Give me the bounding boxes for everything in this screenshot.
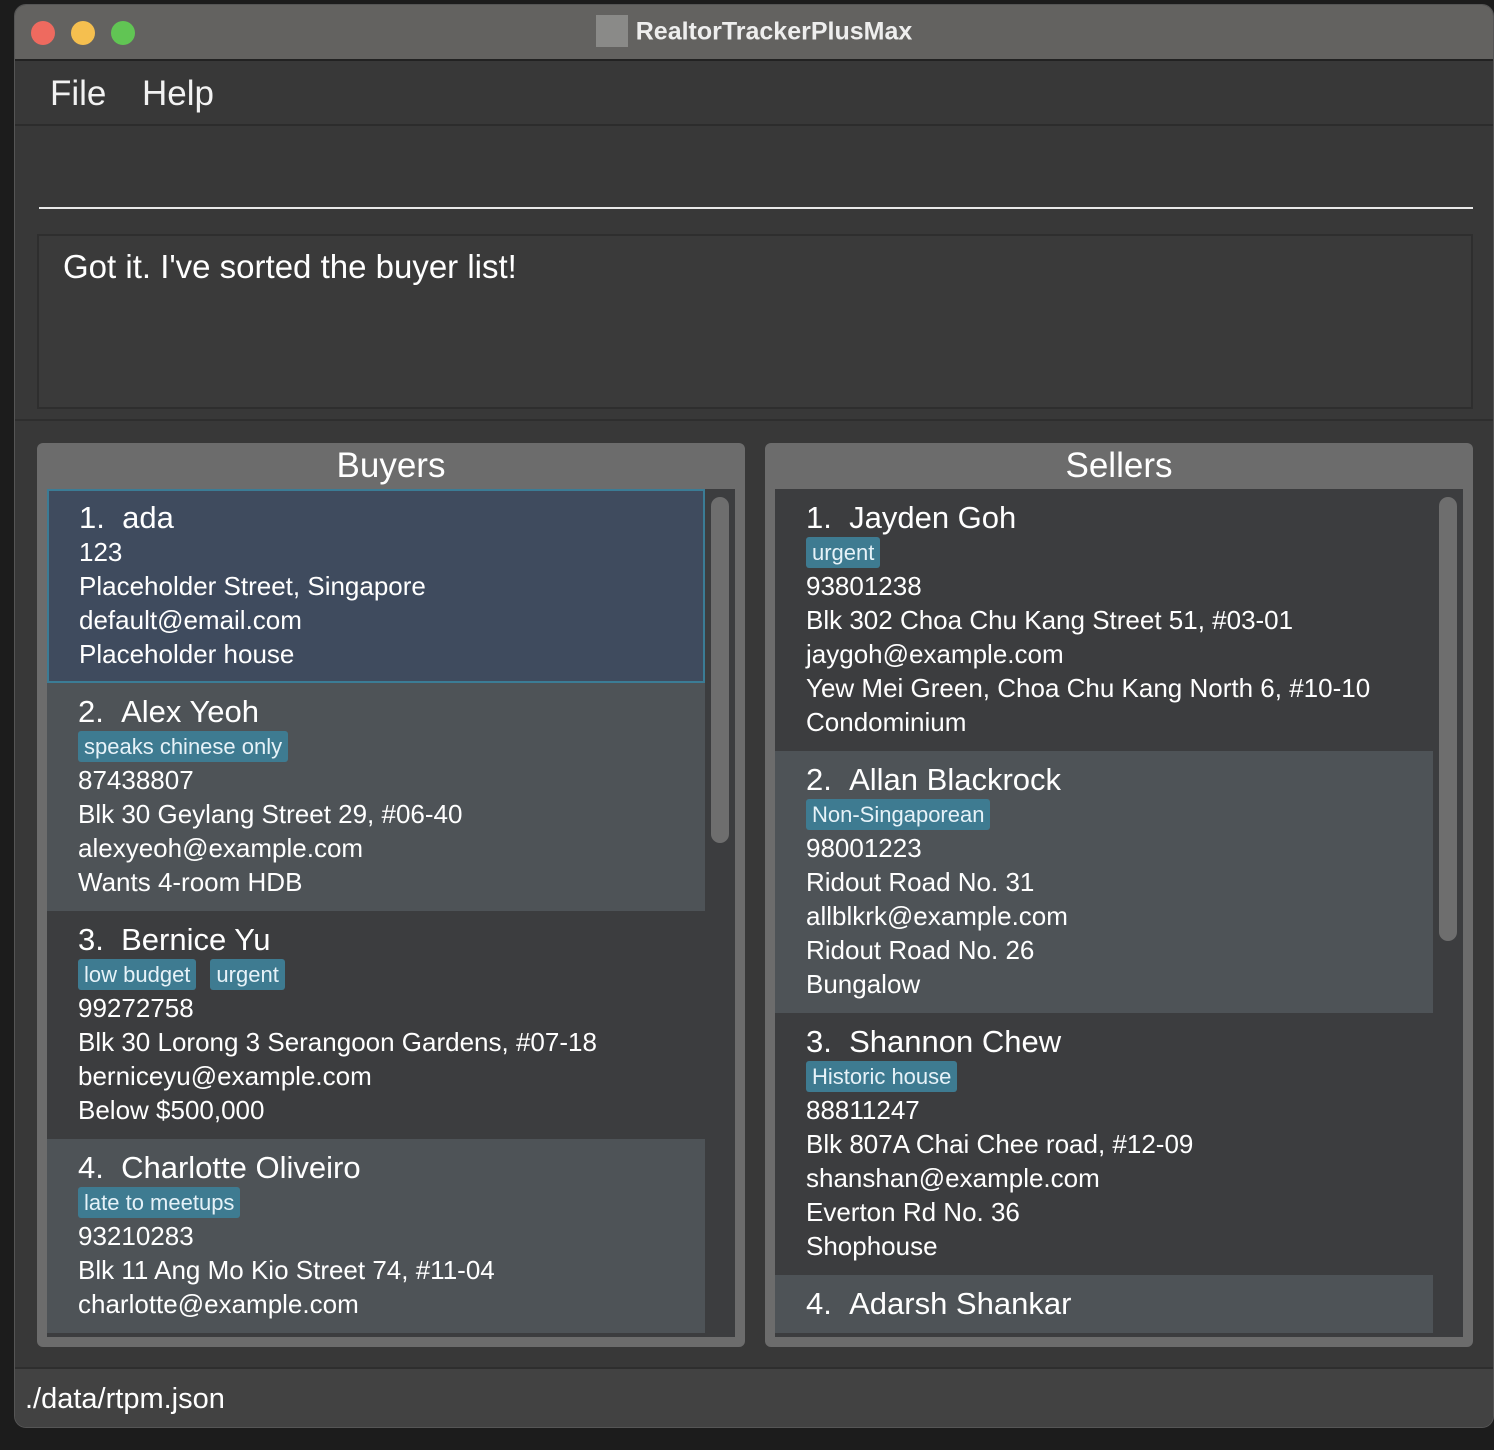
person-name: 4. Charlotte Oliveiro — [78, 1151, 675, 1185]
person-name: 3. Bernice Yu — [78, 923, 675, 957]
address: Blk 11 Ang Mo Kio Street 74, #11-04 — [78, 1255, 495, 1285]
person-name: 1. ada — [79, 501, 674, 535]
email: allblkrk@example.com — [806, 901, 1068, 931]
buyers-panel: Buyers 1. ada 123 Placeholder Street, Sing… — [37, 443, 745, 1347]
person-name: 1. Jayden Goh — [806, 501, 1403, 535]
phone: 98001223 — [806, 833, 922, 863]
buyer-card[interactable]: 1. ada 123 Placeholder Street, Singapore de… — [47, 489, 705, 683]
buyer-card[interactable]: 4. Charlotte Oliveiro late to meetups 9321… — [47, 1139, 705, 1333]
tag-row: Historic house — [806, 1059, 1403, 1093]
seller-list[interactable]: 1. Jayden Goh urgent 93801238 Blk 302 Choa … — [775, 489, 1463, 1337]
title-bar: RealtorTrackerPlusMax — [15, 5, 1493, 61]
address: Placeholder Street, Singapore — [79, 571, 426, 601]
person-name: 2. Allan Blackrock — [806, 763, 1403, 797]
phone: 87438807 — [78, 765, 194, 795]
result-display: Got it. I've sorted the buyer list! — [37, 234, 1473, 409]
list-index: 2. — [78, 694, 104, 729]
address: Blk 807A Chai Chee road, #12-09 — [806, 1129, 1194, 1159]
person-name: 2. Alex Yeoh — [78, 695, 675, 729]
tag-badge: speaks chinese only — [78, 730, 289, 762]
name-text: Allan Blackrock — [849, 762, 1062, 797]
sellers-panel: Sellers 1. Jayden Goh urgent 93801238 Blk 3… — [765, 443, 1473, 1347]
tag-badge: Historic house — [806, 1060, 958, 1092]
tag-badge: late to meetups — [78, 1186, 241, 1218]
tag-badge: low budget — [78, 958, 197, 990]
status-bar-file-path: ./data/rtpm.json — [15, 1367, 1493, 1427]
tag-badge: urgent — [806, 536, 881, 568]
house-type: Condominium — [806, 707, 967, 737]
name-text: Adarsh Shankar — [849, 1286, 1072, 1321]
tag-badge: Non-Singaporean — [806, 798, 991, 830]
tag-row: urgent — [806, 535, 1403, 569]
name-text: ada — [122, 500, 174, 535]
seller-card[interactable]: 4. Adarsh Shankar — [775, 1275, 1433, 1333]
window-title: RealtorTrackerPlusMax — [15, 15, 1493, 49]
buyer-list[interactable]: 1. ada 123 Placeholder Street, Singapore de… — [47, 489, 735, 1337]
phone: 123 — [79, 537, 123, 567]
tag-row: Non-Singaporean — [806, 797, 1403, 831]
buyer-list-scrollbar[interactable] — [711, 497, 729, 843]
seller-card[interactable]: 1. Jayden Goh urgent 93801238 Blk 302 Choa … — [775, 489, 1433, 751]
list-index: 4. — [78, 1150, 104, 1185]
list-index: 3. — [806, 1024, 832, 1059]
buyer-card[interactable]: 2. Alex Yeoh speaks chinese only 87438807 B… — [47, 683, 705, 911]
menu-bar: File Help — [15, 62, 1493, 126]
tag-row: late to meetups — [78, 1185, 675, 1219]
list-index: 4. — [806, 1286, 832, 1321]
tag-row: low budget urgent — [78, 957, 675, 991]
command-input[interactable] — [39, 135, 1473, 209]
phone: 88811247 — [806, 1095, 920, 1125]
address: Blk 30 Geylang Street 29, #06-40 — [78, 799, 463, 829]
name-text: Charlotte Oliveiro — [121, 1150, 361, 1185]
app-icon — [595, 15, 628, 47]
name-text: Alex Yeoh — [121, 694, 260, 729]
list-index: 1. — [806, 500, 832, 535]
house-type: Shophouse — [806, 1231, 938, 1261]
seller-card[interactable]: 2. Allan Blackrock Non-Singaporean 9800122… — [775, 751, 1433, 1013]
description: Below $500,000 — [78, 1095, 265, 1125]
listing-address: Ridout Road No. 26 — [806, 935, 1035, 965]
list-index: 2. — [806, 762, 832, 797]
email: jaygoh@example.com — [806, 639, 1064, 669]
email: alexyeoh@example.com — [78, 833, 364, 863]
listing-address: Everton Rd No. 36 — [806, 1197, 1020, 1227]
email: default@email.com — [79, 605, 302, 635]
description: Wants 4-room HDB — [78, 867, 303, 897]
list-index: 3. — [78, 922, 104, 957]
address: Blk 30 Lorong 3 Serangoon Gardens, #07-1… — [78, 1027, 597, 1057]
window-title-text: RealtorTrackerPlusMax — [635, 17, 913, 46]
sellers-title: Sellers — [1065, 446, 1173, 485]
email: charlotte@example.com — [78, 1289, 359, 1319]
name-text: Shannon Chew — [849, 1024, 1062, 1059]
divider — [15, 419, 1493, 421]
address: Blk 302 Choa Chu Kang Street 51, #03-01 — [806, 605, 1294, 635]
app-window: RealtorTrackerPlusMax File Help Got it. … — [14, 4, 1494, 1428]
listing-address: Yew Mei Green, Choa Chu Kang North 6, #1… — [806, 673, 1371, 703]
house-type: Bungalow — [806, 969, 921, 999]
tag-badge: urgent — [210, 958, 285, 990]
buyers-title: Buyers — [336, 446, 446, 485]
name-text: Bernice Yu — [121, 922, 271, 957]
person-name: 4. Adarsh Shankar — [806, 1287, 1403, 1321]
phone: 93210283 — [78, 1221, 194, 1251]
name-text: Jayden Goh — [849, 500, 1017, 535]
person-name: 3. Shannon Chew — [806, 1025, 1403, 1059]
menu-help[interactable]: Help — [142, 74, 214, 114]
email: shanshan@example.com — [806, 1163, 1100, 1193]
email: berniceyu@example.com — [78, 1061, 372, 1091]
phone: 99272758 — [78, 993, 194, 1023]
seller-card[interactable]: 3. Shannon Chew Historic house 88811247 Blk… — [775, 1013, 1433, 1275]
menu-file[interactable]: File — [50, 74, 106, 114]
description: Placeholder house — [79, 639, 295, 669]
phone: 93801238 — [806, 571, 922, 601]
list-index: 1. — [79, 500, 105, 535]
tag-row: speaks chinese only — [78, 729, 675, 763]
address: Ridout Road No. 31 — [806, 867, 1035, 897]
buyer-card[interactable]: 3. Bernice Yu low budget urgent 99272758 Blk… — [47, 911, 705, 1139]
seller-list-scrollbar[interactable] — [1439, 497, 1457, 941]
